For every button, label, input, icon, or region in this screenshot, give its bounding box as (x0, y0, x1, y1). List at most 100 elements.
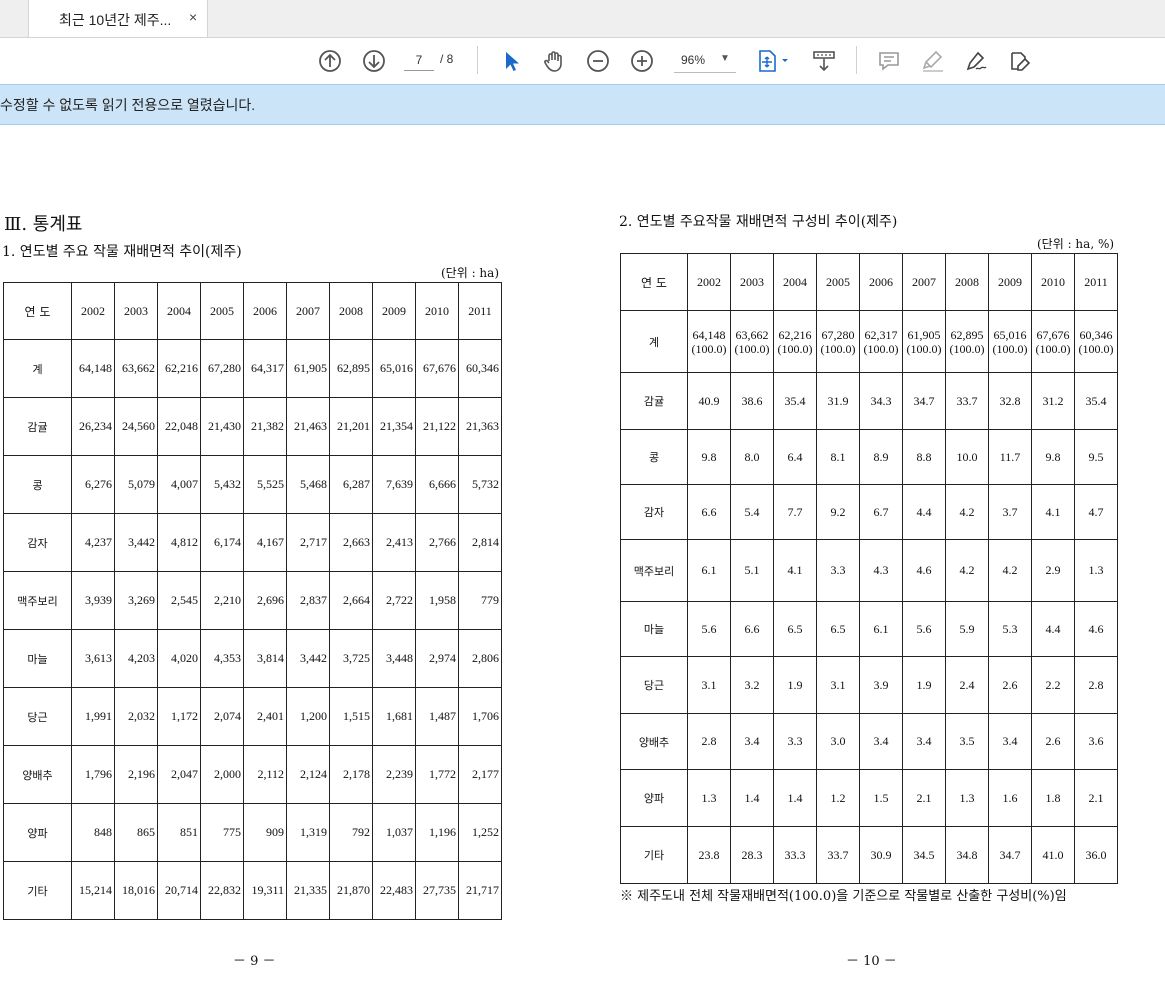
row-label: 콩 (620, 429, 688, 485)
document-tab[interactable]: 최근 10년간 제주... × (28, 0, 208, 37)
toolbar-divider (477, 46, 478, 74)
row-label: 맥주보리 (620, 539, 688, 602)
row-label: 양배추 (3, 745, 72, 804)
table-cell: 3.1 (816, 656, 860, 714)
table-cell: 848 (71, 803, 115, 862)
year-header: 2007 (902, 253, 946, 311)
select-cursor-icon[interactable] (498, 48, 524, 74)
table-cell: 67,676 (415, 339, 459, 398)
table-cell: 3,814 (243, 629, 287, 688)
total-value: 65,016 (993, 327, 1027, 342)
table-cell: 2,210 (200, 571, 244, 630)
table-cell: 3.4 (730, 713, 774, 770)
table-cell: 1,319 (286, 803, 330, 862)
table-cell: 2,722 (372, 571, 416, 630)
table-cell: 35.4 (1074, 372, 1118, 430)
table-row: 양배추 1,796 2,196 2,047 2,000 2,112 2,124 2,178 2,… (3, 745, 502, 804)
table-cell: 5.3 (988, 601, 1032, 657)
total-value: 62,895 (950, 327, 984, 342)
table-cell: 31.9 (816, 372, 860, 430)
table-cell: 9.2 (816, 484, 860, 540)
table-cell: 2,696 (243, 571, 287, 630)
table-cell: 865 (114, 803, 158, 862)
total-value: 62,216 (778, 327, 812, 342)
table-cell: 63,662 (114, 339, 158, 398)
table-cell: 851 (157, 803, 201, 862)
row-label: 양파 (620, 769, 688, 827)
table-cell: 62,216 (100.0) (773, 310, 817, 373)
table-cell: 33.7 (945, 372, 989, 430)
table-cell: 4.7 (1074, 484, 1118, 540)
close-tab-icon[interactable]: × (189, 9, 197, 25)
row-label: 당근 (3, 687, 72, 746)
table-cell: 2,413 (372, 513, 416, 572)
table-cell: 10.0 (945, 429, 989, 485)
table-cell: 18,016 (114, 861, 158, 920)
table-cell: 2,806 (458, 629, 502, 688)
table-cell: 2,032 (114, 687, 158, 746)
total-percent: (100.0) (820, 341, 856, 356)
zoom-dropdown[interactable]: 96% ▼ (674, 50, 736, 73)
row-label: 감귤 (3, 397, 72, 456)
scroll-down-icon[interactable] (361, 48, 387, 74)
table-cell: 22,048 (157, 397, 201, 456)
table-cell: 8.9 (859, 429, 903, 485)
table-cell: 2,239 (372, 745, 416, 804)
table-cell: 21,717 (458, 861, 502, 920)
scroll-up-icon[interactable] (317, 48, 343, 74)
table-row: 마늘 5.6 6.6 6.5 6.5 6.1 5.6 5.9 5.3 4.4 4.6 (620, 601, 1118, 657)
zoom-in-icon[interactable] (629, 48, 655, 74)
table-cell: 1.4 (773, 769, 817, 827)
total-percent: (100.0) (992, 341, 1028, 356)
table1-header-row: 연 도 2002 2003 2004 2005 2006 2007 2008 2… (3, 282, 502, 340)
table-cell: 4.3 (859, 539, 903, 602)
table-cell: 9.8 (687, 429, 731, 485)
page-number-input[interactable] (404, 50, 434, 71)
table-cell: 3,448 (372, 629, 416, 688)
comment-icon[interactable] (876, 48, 902, 74)
total-percent: (100.0) (1078, 341, 1114, 356)
table-cell: 3.6 (1074, 713, 1118, 770)
total-percent: (100.0) (777, 341, 813, 356)
hand-tool-icon[interactable] (541, 48, 567, 74)
edit-pdf-icon[interactable] (1007, 48, 1033, 74)
table-cell: 909 (243, 803, 287, 862)
table-cell: 6.1 (687, 539, 731, 602)
table-cell: 3.3 (773, 713, 817, 770)
total-percent: (100.0) (734, 341, 770, 356)
table-cell: 4.1 (773, 539, 817, 602)
table-cell: 1,958 (415, 571, 459, 630)
table-cell: 4,237 (71, 513, 115, 572)
table-cell: 4,007 (157, 455, 201, 514)
table-cell: 4.4 (1031, 601, 1075, 657)
year-header: 2006 (243, 282, 287, 340)
table-cell: 63,662 (100.0) (730, 310, 774, 373)
viewer-toolbar: / 8 96% ▼ (0, 38, 1165, 83)
table-row: 감자 4,237 3,442 4,812 6,174 4,167 2,717 2,663 2,4… (3, 513, 502, 572)
scroll-mode-icon[interactable] (811, 48, 837, 74)
total-value: 67,280 (821, 327, 855, 342)
table-cell: 4,020 (157, 629, 201, 688)
table-row: 맥주보리 6.1 5.1 4.1 3.3 4.3 4.6 4.2 4.2 2.9 1.3 (620, 539, 1118, 602)
highlight-icon[interactable] (920, 48, 946, 74)
table-cell: 40.9 (687, 372, 731, 430)
chevron-down-icon: ▼ (720, 53, 730, 64)
table-cell: 21,382 (243, 397, 287, 456)
fit-page-icon[interactable] (756, 48, 792, 74)
table-cell: 3.4 (902, 713, 946, 770)
table-cell: 2.6 (1031, 713, 1075, 770)
tab-title[interactable]: 최근 10년간 제주... (59, 10, 171, 30)
sign-icon[interactable] (963, 48, 989, 74)
table-cell: 19,311 (243, 861, 287, 920)
table-cell: 3,725 (329, 629, 373, 688)
total-value: 62,317 (864, 327, 898, 342)
table-cell: 792 (329, 803, 373, 862)
table-cell: 2.8 (687, 713, 731, 770)
toolbar-divider (856, 46, 857, 74)
zoom-out-icon[interactable] (585, 48, 611, 74)
table-cell: 21,463 (286, 397, 330, 456)
table-cell: 64,317 (243, 339, 287, 398)
year-header: 2004 (773, 253, 817, 311)
row-label: 양파 (3, 803, 72, 862)
table-cell: 2.4 (945, 656, 989, 714)
